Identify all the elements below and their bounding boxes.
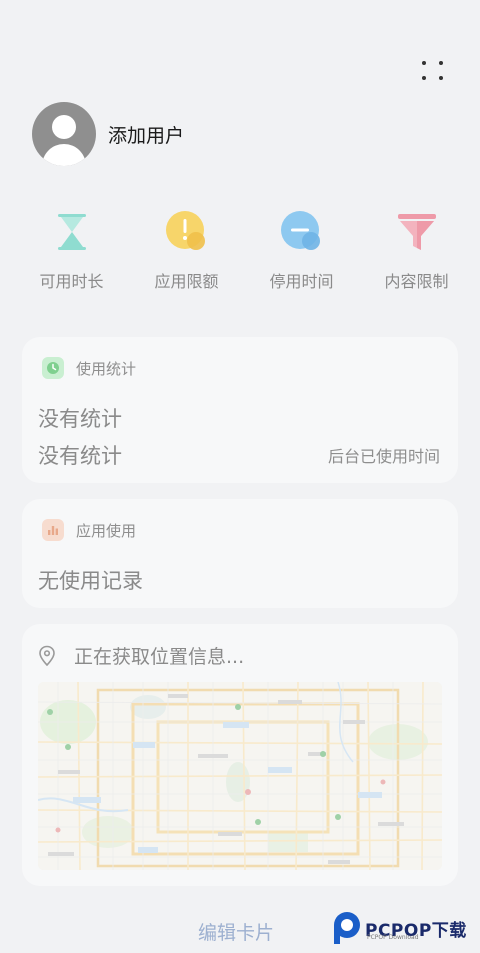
hourglass-icon xyxy=(57,214,86,250)
app-usage-card[interactable]: 应用使用 无使用记录 xyxy=(22,499,458,608)
location-status: 正在获取位置信息... xyxy=(74,646,245,668)
bar-chart-icon xyxy=(42,519,64,541)
add-user-row[interactable]: 添加用户 xyxy=(32,102,185,166)
add-user-label: 添加用户 xyxy=(108,124,185,147)
feature-content-filter[interactable]: 内容限制 xyxy=(359,210,474,292)
map-view[interactable] xyxy=(38,682,442,870)
pcpop-logo-icon xyxy=(334,912,360,944)
downtime-icon xyxy=(280,211,320,250)
usage-stats-card[interactable]: 使用统计 没有统计 没有统计 后台已使用时间 xyxy=(22,337,458,483)
usage-stats-line2: 没有统计 xyxy=(38,444,122,468)
usage-stats-line1: 没有统计 xyxy=(38,407,122,431)
map-image xyxy=(38,682,442,870)
app-usage-title: 应用使用 xyxy=(76,521,137,540)
edit-cards-button[interactable]: 编辑卡片 xyxy=(198,918,274,945)
default-avatar-icon xyxy=(32,102,96,166)
content-filter-icon xyxy=(397,214,436,250)
feature-row: 可用时长 应用限额 停用时间 内容限制 xyxy=(0,210,480,292)
more-dots-icon xyxy=(421,60,426,65)
watermark: PCPOP下载 PCPOP Download xyxy=(333,910,467,946)
location-card[interactable]: 正在获取位置信息... xyxy=(22,624,458,886)
clock-icon xyxy=(42,357,64,379)
usage-stats-title: 使用统计 xyxy=(76,359,137,378)
app-limit-icon xyxy=(165,211,205,250)
feature-screen-time[interactable]: 可用时长 xyxy=(14,210,129,292)
background-usage-label: 后台已使用时间 xyxy=(327,447,440,466)
location-pin-icon xyxy=(39,645,55,666)
app-usage-empty: 无使用记录 xyxy=(38,569,143,593)
more-button[interactable] xyxy=(416,56,448,84)
feature-downtime[interactable]: 停用时间 xyxy=(244,210,359,292)
feature-app-limit[interactable]: 应用限额 xyxy=(129,210,244,292)
